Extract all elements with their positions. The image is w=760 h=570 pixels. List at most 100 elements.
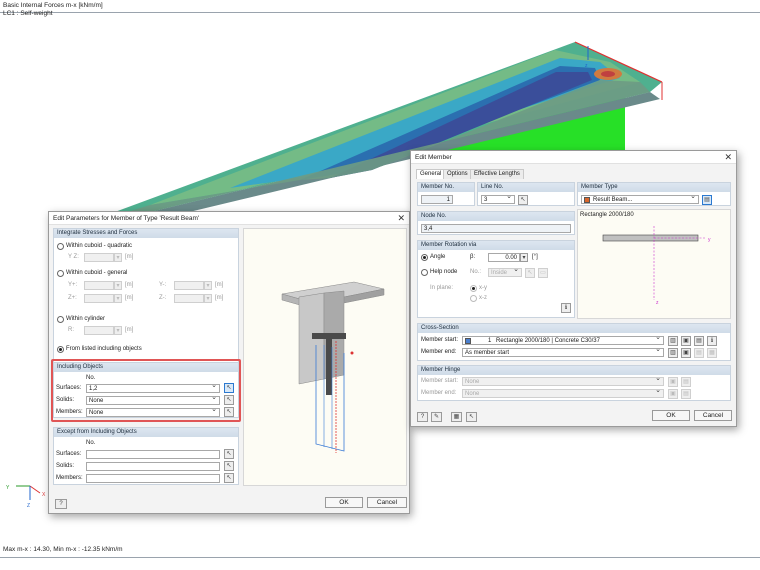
z-minus-input[interactable] [174,294,204,303]
member-table-button[interactable]: ▦ [451,412,462,422]
cs-member-end-select[interactable]: As member start [462,348,664,357]
except-members-input[interactable] [86,474,220,483]
plane-xz-label: x-z [479,295,487,301]
help-node-edit-button[interactable]: ▭ [538,268,548,278]
member-tabs: General Options Effective Lengths [416,169,536,179]
cs-new-button[interactable]: ▣ [681,336,691,346]
yz-input[interactable] [84,253,114,262]
section-preview: Rectangle 2000/180 y z [577,209,731,319]
beta-label: β: [470,254,476,260]
cs-edit-button[interactable]: ▤ [694,336,704,346]
except-solids-input[interactable] [86,462,220,471]
hinge-end-edit-button[interactable]: ▤ [681,389,691,399]
plane-xy-radio[interactable] [470,285,477,292]
hinge-end-select[interactable]: None [462,389,664,398]
y-minus-unit: [m] [215,282,224,288]
member-no-group: Member No. 1 [417,182,475,206]
cuboid-quadratic-radio[interactable] [57,243,64,250]
contour-hotspot-core [601,71,615,77]
tab-options[interactable]: Options [443,169,472,179]
edit-member-dialog: Edit Member ✕ General Options Effective … [410,150,737,427]
except-members-label: Members: [56,475,83,481]
cs-end-new-button[interactable]: ▣ [681,348,691,358]
member-ok-button[interactable]: OK [652,410,690,421]
y-minus-label: Y-: [159,282,167,288]
cs-member-start-select[interactable]: 1 Rectangle 2000/180 | Concrete C30/37 [462,336,664,345]
member-dialog-title-bar: Edit Member ✕ [411,151,736,164]
z-plus-label: Z+: [68,295,77,301]
svg-text:z: z [656,300,659,306]
yz-spinner[interactable]: ▾ [114,253,122,262]
svg-text:y: y [708,237,711,243]
hinge-start-select[interactable]: None [462,377,664,386]
beta-unit: [°] [532,254,538,260]
axis-x-label: X [42,492,46,498]
member-close-icon[interactable]: ✕ [724,152,732,163]
member-pick-button[interactable]: ↖ [466,412,477,422]
help-button[interactable]: ? [55,499,67,509]
cs-end-info-button[interactable]: ▦ [707,348,717,358]
except-surfaces-input[interactable] [86,450,220,459]
member-type-edit-button[interactable]: ▤ [702,195,712,205]
z-minus-unit: [m] [215,295,224,301]
except-solids-pick-button[interactable]: ↖ [224,461,234,471]
plane-xy-label: x-y [479,285,487,291]
axis-z-label: Z [27,503,30,509]
cs-info-button[interactable]: ℹ [707,336,717,346]
node-no-group: Node No. 3,4 [417,211,575,235]
hinge-start-new-button[interactable]: ▣ [668,377,678,387]
cross-section-header: Cross-Section [418,324,730,333]
z-minus-spinner[interactable]: ▾ [204,294,212,303]
beta-spinner[interactable]: ▾ [520,253,528,262]
close-icon[interactable]: ✕ [397,213,405,224]
beta-input[interactable]: 0.00 [488,253,520,262]
rotation-info-button[interactable]: ℹ [561,303,571,313]
z-plus-input[interactable] [84,294,114,303]
y-plus-input[interactable] [84,281,114,290]
line-no-group: Line No. 3 ↖ [477,182,575,206]
member-type-select[interactable]: Result Beam... [581,195,699,204]
r-input[interactable] [84,326,114,335]
z-plus-spinner[interactable]: ▾ [114,294,122,303]
except-surfaces-label: Surfaces: [56,451,82,457]
member-no-header: Member No. [418,183,474,192]
listed-objects-label: From listed including objects [66,346,142,352]
hinge-start-edit-button[interactable]: ▤ [681,377,691,387]
integrate-group: Integrate Stresses and Forces Within cub… [53,228,239,368]
hinge-end-new-button[interactable]: ▣ [668,389,678,399]
member-help-button[interactable]: ? [417,412,428,422]
edit-parameters-dialog: Edit Parameters for Member of Type 'Resu… [48,211,410,514]
cylinder-radio[interactable] [57,316,64,323]
line-no-select[interactable]: 3 [481,195,515,204]
plane-xz-radio[interactable] [470,295,477,302]
y-minus-spinner[interactable]: ▾ [204,281,212,290]
member-type-value: Result Beam... [593,197,633,203]
member-edit-button[interactable]: ✎ [431,412,442,422]
r-unit: [m] [125,327,134,333]
cancel-button[interactable]: Cancel [367,497,407,508]
angle-radio[interactable] [421,254,428,261]
tab-general[interactable]: General [416,169,446,179]
line-pick-button[interactable]: ↖ [518,195,528,205]
y-plus-spinner[interactable]: ▾ [114,281,122,290]
r-spinner[interactable]: ▾ [114,326,122,335]
except-surfaces-pick-button[interactable]: ↖ [224,449,234,459]
member-cancel-button[interactable]: Cancel [694,410,732,421]
y-minus-input[interactable] [174,281,204,290]
tab-effective-lengths[interactable]: Effective Lengths [470,169,524,179]
cs-end-library-button[interactable]: ▥ [668,348,678,358]
help-node-radio[interactable] [421,269,428,276]
cs-end-edit-button[interactable]: ▤ [694,348,704,358]
listed-objects-radio[interactable] [57,346,64,353]
cs-color-icon [465,338,471,344]
member-type-color-icon [584,197,590,203]
cuboid-general-radio[interactable] [57,270,64,277]
cs-library-button[interactable]: ▥ [668,336,678,346]
ok-button[interactable]: OK [325,497,363,508]
except-solids-label: Solids: [56,463,75,469]
rotation-header: Member Rotation via [418,241,574,250]
help-node-pick-button[interactable]: ↖ [525,268,535,278]
help-node-select[interactable]: Inside [488,268,522,277]
except-no-label: No. [86,440,96,446]
except-members-pick-button[interactable]: ↖ [224,473,234,483]
